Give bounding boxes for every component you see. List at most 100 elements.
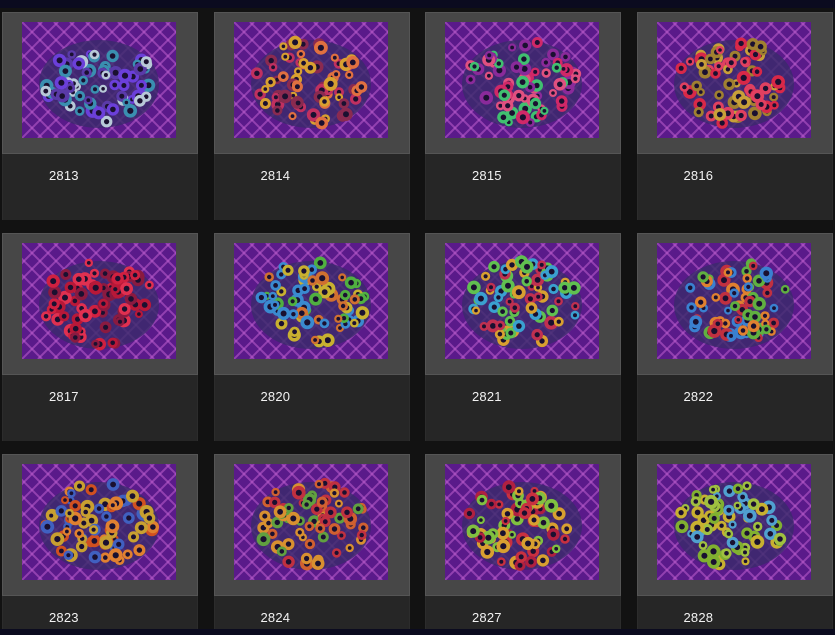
product-card[interactable]: 2823 [2, 454, 198, 635]
polyp-mouth [726, 488, 732, 494]
polyp-mouth [746, 298, 753, 305]
polyp-mouth [67, 284, 74, 291]
polyp-mouth [542, 109, 547, 113]
polyp-mouth [131, 534, 136, 540]
polyp-mouth [708, 113, 714, 119]
product-card[interactable]: 2828 [636, 454, 833, 635]
polyp-mouth [782, 287, 787, 292]
thumbnail-frame [213, 12, 410, 154]
polyp-mouth [143, 59, 149, 65]
product-sku[interactable]: 2822 [684, 389, 714, 404]
coral-photo[interactable] [445, 464, 599, 580]
card-footer: 2815 [425, 154, 621, 220]
product-sku[interactable]: 2821 [472, 389, 502, 404]
coral-image [656, 22, 811, 138]
polyp-mouth [517, 562, 523, 568]
polyp-mouth [358, 309, 365, 316]
coral-photo[interactable] [445, 22, 599, 138]
product-sku[interactable]: 2816 [684, 168, 714, 183]
polyp-mouth [342, 111, 349, 118]
polyp-mouth [116, 541, 122, 547]
polyp-mouth [109, 53, 116, 59]
polyp-mouth [548, 319, 555, 326]
polyp-mouth [531, 517, 537, 523]
polyp-mouth [725, 308, 730, 313]
polyp-mouth [72, 503, 78, 509]
coral-photo[interactable] [656, 464, 811, 580]
polyp-mouth [62, 294, 68, 301]
product-card[interactable]: 2815 [425, 12, 621, 220]
product-card[interactable]: 2816 [636, 12, 833, 220]
polyp-mouth [698, 62, 704, 67]
product-sku[interactable]: 2815 [472, 168, 502, 183]
polyp-mouth [102, 539, 110, 546]
product-card[interactable]: 2813 [2, 12, 198, 220]
polyp-mouth [101, 87, 105, 91]
product-sku[interactable]: 2817 [49, 389, 79, 404]
polyp-mouth [693, 524, 700, 531]
product-sku[interactable]: 2814 [261, 168, 291, 183]
polyp-mouth [525, 540, 531, 547]
polyp-mouth [262, 101, 268, 106]
polyp-mouth [540, 519, 547, 526]
polyp-mouth [564, 526, 570, 532]
product-sku[interactable]: 2820 [261, 389, 291, 404]
polyp-mouth [694, 509, 700, 516]
product-sku[interactable]: 2827 [472, 610, 502, 625]
polyp-mouth [557, 81, 563, 88]
polyp-mouth [509, 262, 515, 268]
polyp-mouth [279, 549, 284, 554]
coral-photo[interactable] [233, 22, 388, 138]
polyp-mouth [54, 536, 61, 543]
polyp-mouth [360, 525, 366, 530]
polyp-mouth [331, 491, 336, 496]
polyp-mouth [767, 531, 773, 537]
polyp-mouth [524, 279, 529, 284]
product-card[interactable]: 2820 [213, 233, 410, 441]
polyp-mouth [516, 323, 522, 329]
polyp-mouth [707, 56, 713, 62]
coral-photo[interactable] [22, 243, 176, 359]
product-grid: 2813 2814 2815 2816 2817 2820 2821 2822 2823 2824… [2, 12, 835, 635]
thumbnail-frame [2, 12, 198, 154]
thumbnail-frame [425, 12, 621, 154]
coral-photo[interactable] [656, 243, 811, 359]
coral-photo[interactable] [233, 464, 388, 580]
coral-image [22, 22, 176, 138]
product-card[interactable]: 2824 [213, 454, 410, 635]
polyp-mouth [740, 328, 745, 333]
polyp-mouth [484, 548, 491, 556]
polyp-mouth [551, 286, 556, 292]
polyp-mouth [716, 64, 721, 69]
polyp-mouth [716, 111, 723, 118]
product-sku[interactable]: 2813 [49, 168, 79, 183]
polyp-mouth [507, 318, 513, 324]
product-sku[interactable]: 2824 [261, 610, 291, 625]
product-sku[interactable]: 2823 [49, 610, 79, 625]
polyp-mouth [349, 59, 356, 66]
coral-photo[interactable] [445, 243, 599, 359]
polyp-mouth [274, 108, 280, 113]
product-sku[interactable]: 2828 [684, 610, 714, 625]
coral-photo[interactable] [22, 464, 176, 580]
polyp-mouth [136, 500, 143, 507]
coral-photo[interactable] [233, 243, 388, 359]
polyp-mouth [337, 326, 342, 330]
product-card[interactable]: 2827 [425, 454, 621, 635]
product-card[interactable]: 2817 [2, 233, 198, 441]
coral-photo[interactable] [22, 22, 176, 138]
product-card[interactable]: 2814 [213, 12, 410, 220]
polyp-mouth [740, 99, 747, 106]
polyp-mouth [96, 506, 102, 511]
product-card[interactable]: 2821 [425, 233, 621, 441]
polyp-mouth [79, 543, 85, 550]
product-card[interactable]: 2822 [636, 233, 833, 441]
polyp-mouth [146, 515, 153, 521]
coral-image [656, 464, 811, 580]
polyp-mouth [124, 100, 129, 105]
polyp-mouth [281, 44, 285, 49]
polyp-mouth [282, 54, 287, 59]
coral-photo[interactable] [656, 22, 811, 138]
polyp-mouth [76, 60, 82, 67]
polyp-mouth [93, 87, 97, 92]
